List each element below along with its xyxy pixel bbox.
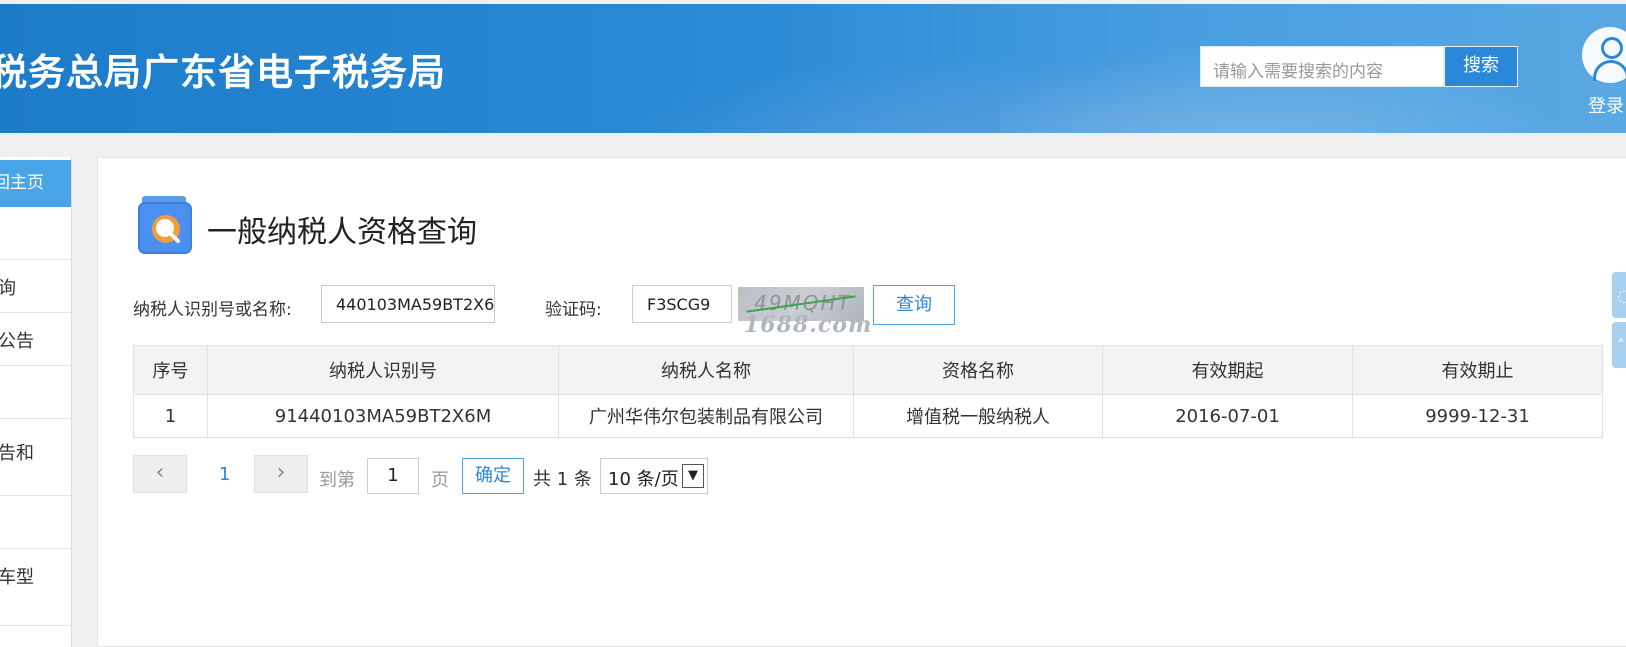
cell-qualification: 增值税一般纳税人 (853, 394, 1103, 438)
chevron-down-icon[interactable]: ▼ (682, 464, 704, 488)
sidebar-item[interactable] (0, 366, 71, 419)
sidebar-item-label: 公告 (0, 331, 34, 352)
col-header-valid-from: 有效期起 (1102, 345, 1353, 395)
table-row: 1 91440103MA59BT2X6M 广州华伟尔包装制品有限公司 增值税一般… (133, 394, 1603, 438)
page-size-select[interactable]: 10 条/页 ▼ (600, 458, 708, 494)
results-table: 序号 纳税人识别号 纳税人名称 资格名称 有效期起 有效期止 1 9144010… (133, 345, 1603, 438)
goto-confirm-button[interactable]: 确定 (462, 458, 524, 494)
sidebar-home-label: 回主页 (0, 173, 44, 193)
cell-index: 1 (133, 394, 208, 438)
goto-page-input[interactable]: 1 (367, 458, 419, 494)
current-page-number[interactable]: 1 (219, 464, 230, 485)
table-header-row: 序号 纳税人识别号 纳税人名称 资格名称 有效期起 有效期止 (133, 345, 1603, 395)
cell-taxpayer-id: 91440103MA59BT2X6M (207, 394, 559, 438)
sidebar-item-label: 车型 (0, 567, 34, 588)
sidebar-home-button[interactable]: 回主页 (0, 160, 71, 207)
captcha-label: 验证码: (545, 300, 602, 320)
goto-label: 到第 (319, 470, 355, 491)
login-link[interactable]: 登录 (1588, 92, 1624, 118)
col-header-valid-to: 有效期止 (1352, 345, 1603, 395)
sidebar-item-label: 询 (0, 274, 16, 300)
next-page-button[interactable]: › (254, 455, 308, 493)
sidebar: 回主页 询 公告 告和 车型 (0, 157, 72, 647)
site-title: 税务总局广东省电子税务局 (0, 51, 446, 94)
search-input[interactable]: 请输入需要搜索的内容 (1200, 46, 1444, 87)
col-header-taxpayer-id: 纳税人识别号 (207, 345, 559, 395)
col-header-index: 序号 (133, 345, 208, 395)
total-count: 共 1 条 (533, 469, 592, 490)
float-service-tab[interactable]: ◌ (1612, 272, 1626, 318)
sidebar-item[interactable]: 车型 (0, 549, 71, 626)
sidebar-item[interactable] (0, 207, 71, 260)
watermark: 1688.com (744, 312, 873, 338)
page-unit-label: 页 (431, 470, 449, 491)
cell-valid-to: 9999-12-31 (1352, 394, 1603, 438)
col-header-qualification: 资格名称 (853, 345, 1103, 395)
chevron-up-icon: ˄ (1617, 336, 1625, 355)
taxpayer-id-input[interactable]: 440103MA59BT2X6M (321, 285, 495, 323)
col-header-taxpayer-name: 纳税人名称 (558, 345, 854, 395)
sidebar-item[interactable]: 告和 (0, 419, 71, 496)
taxpayer-id-label: 纳税人识别号或名称: (133, 300, 292, 320)
sidebar-item[interactable]: 公告 (0, 313, 71, 366)
chat-icon: ◌ (1617, 286, 1626, 305)
cell-taxpayer-name: 广州华伟尔包装制品有限公司 (558, 394, 854, 438)
search-button[interactable]: 搜索 (1444, 46, 1518, 87)
page-title: 一般纳税人资格查询 (207, 215, 477, 250)
page-size-value: 10 条/页 (608, 469, 679, 490)
captcha-input[interactable]: F3SCG9 (632, 285, 732, 323)
sidebar-item[interactable]: 询 (0, 260, 71, 313)
cell-valid-from: 2016-07-01 (1102, 394, 1353, 438)
prev-page-button[interactable]: ‹ (133, 455, 187, 493)
site-header: 税务总局广东省电子税务局 请输入需要搜索的内容 搜索 登录 (0, 4, 1626, 133)
sidebar-item-label: 告和 (0, 443, 34, 464)
query-page-icon (138, 196, 192, 254)
float-back-to-top-tab[interactable]: ˄ (1612, 322, 1626, 368)
query-button[interactable]: 查询 (873, 285, 955, 325)
sidebar-item[interactable] (0, 496, 71, 549)
